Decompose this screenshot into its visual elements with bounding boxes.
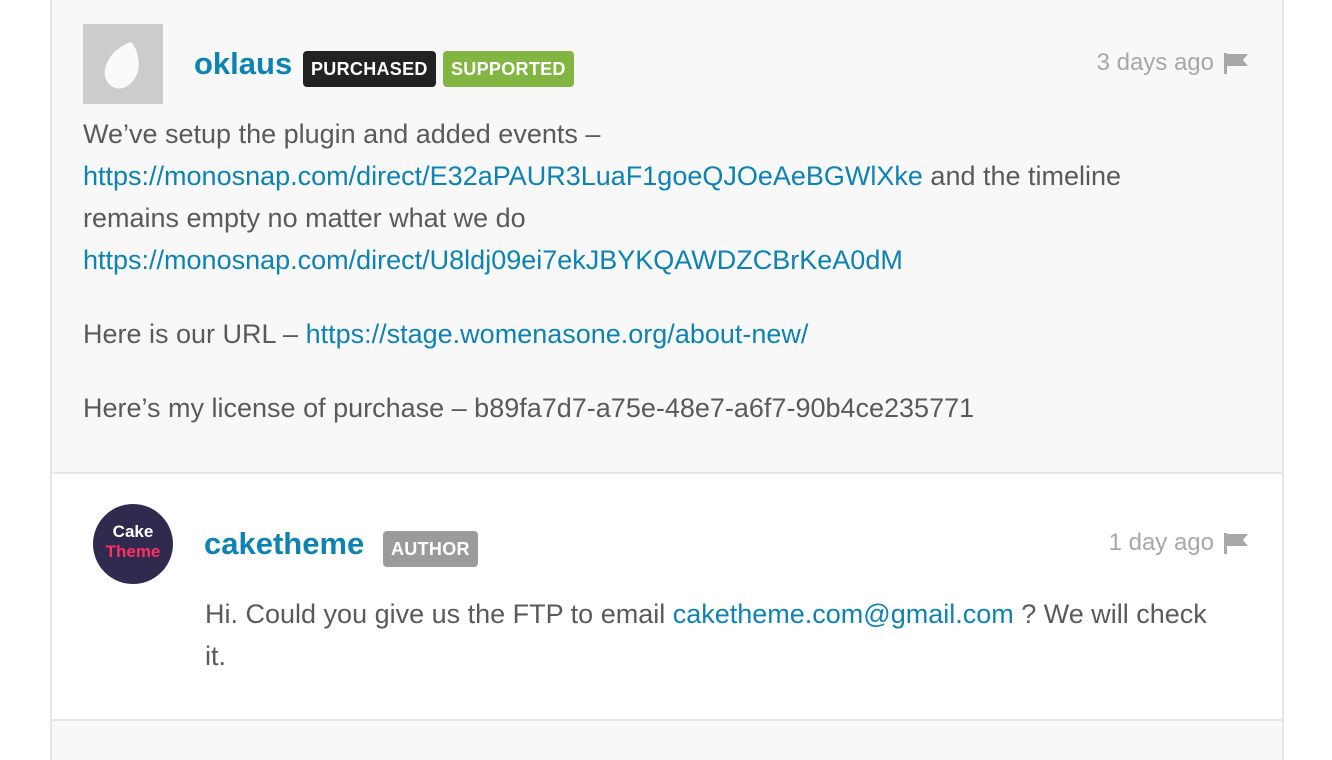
comment-text: ? We will check bbox=[1013, 599, 1207, 629]
comment-text: it. bbox=[205, 641, 227, 671]
comment-caketheme: Cake Theme caketheme AUTHOR 1 day ago Hi… bbox=[52, 474, 1282, 721]
monosnap-link-2[interactable]: https://monosnap.com/direct/U8ldj09ei7ek… bbox=[83, 245, 903, 275]
avatar-text: Theme bbox=[105, 542, 161, 561]
comment-thread: oklaus PURCHASED SUPPORTED 3 days ago We… bbox=[50, 0, 1284, 760]
comment-text: remains empty no matter what we do bbox=[83, 203, 526, 233]
monosnap-link-1[interactable]: https://monosnap.com/direct/E32aPAUR3Lua… bbox=[83, 161, 923, 191]
comment-date[interactable]: 1 day ago bbox=[1052, 529, 1214, 557]
comment-body: Hi. Could you give us the FTP to email c… bbox=[205, 593, 1255, 677]
username-link[interactable]: caketheme bbox=[204, 526, 364, 562]
site-url-link[interactable]: https://stage.womenasone.org/about-new/ bbox=[306, 319, 809, 349]
comment-date[interactable]: 3 days ago bbox=[1052, 49, 1214, 77]
comment-text: Here is our URL – bbox=[83, 319, 306, 349]
avatar[interactable] bbox=[83, 24, 163, 104]
next-comment bbox=[52, 721, 1282, 760]
email-link[interactable]: caketheme.com@gmail.com bbox=[673, 599, 1014, 629]
comment-text: We’ve setup the plugin and added events … bbox=[83, 119, 601, 149]
purchased-badge: PURCHASED bbox=[303, 51, 436, 87]
author-avatar[interactable]: Cake Theme bbox=[93, 504, 173, 584]
flag-icon[interactable] bbox=[1223, 52, 1249, 74]
comment-text: and the timeline bbox=[922, 161, 1122, 191]
username-link[interactable]: oklaus bbox=[194, 46, 292, 82]
comment-body: We’ve setup the plugin and added events … bbox=[83, 113, 1233, 429]
avatar-text: Cake bbox=[112, 522, 154, 541]
comment-text: Hi. Could you give us the FTP to email bbox=[205, 599, 673, 629]
flag-icon[interactable] bbox=[1223, 532, 1249, 554]
license-text: Here’s my license of purchase – b89fa7d7… bbox=[83, 393, 975, 423]
envato-leaf-icon bbox=[104, 42, 139, 89]
supported-badge: SUPPORTED bbox=[443, 51, 574, 87]
author-badge: AUTHOR bbox=[383, 531, 478, 567]
comment-oklaus: oklaus PURCHASED SUPPORTED 3 days ago We… bbox=[52, 0, 1282, 474]
